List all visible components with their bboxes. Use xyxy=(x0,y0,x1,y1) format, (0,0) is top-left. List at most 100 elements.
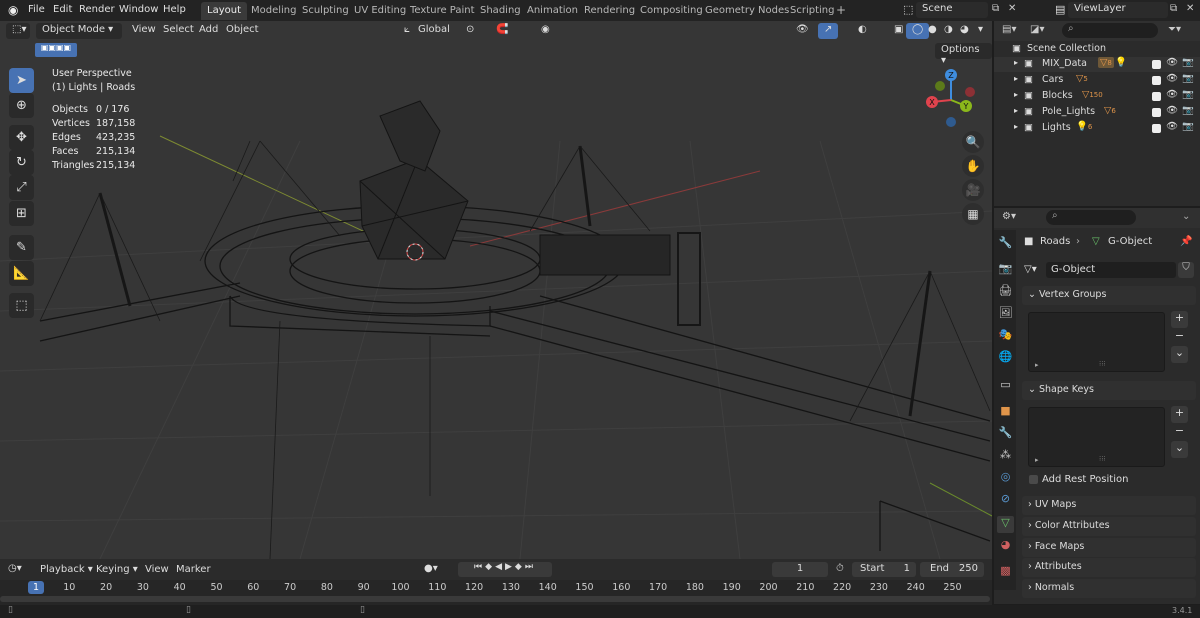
output-tab-icon[interactable]: 🖨 xyxy=(997,284,1014,301)
scene-selector[interactable]: Scene xyxy=(916,2,988,18)
properties-search-input[interactable]: ⌕ xyxy=(1046,210,1136,225)
list-resize-handle[interactable]: ⁝⁝⁝ xyxy=(1099,455,1106,463)
add-workspace-button[interactable]: + xyxy=(830,0,852,18)
shading-options-icon[interactable]: ▾ xyxy=(972,23,989,39)
camera-render-icon[interactable]: 📷 xyxy=(1182,121,1194,132)
menu-file[interactable]: File xyxy=(28,4,45,15)
camera-render-icon[interactable]: 📷 xyxy=(1182,73,1194,84)
view-layer-selector[interactable]: ViewLayer xyxy=(1068,2,1168,18)
orientation-dropdown[interactable]: Global xyxy=(412,23,456,39)
vertex-group-specials-button[interactable]: ⌄ xyxy=(1171,346,1188,363)
outliner-row-pole-lights[interactable]: ▸ ▣ Pole_Lights ▽6 👁 📷 xyxy=(994,105,1200,120)
expand-arrow-icon[interactable]: ▸ xyxy=(1014,58,1018,67)
expand-arrow-icon[interactable]: ▸ xyxy=(1014,90,1018,99)
blender-logo-icon[interactable]: ◉ xyxy=(8,3,18,17)
menu-render[interactable]: Render xyxy=(79,4,115,15)
vertex-groups-panel-header[interactable]: ⌄ Vertex Groups xyxy=(1022,286,1196,305)
editor-type-icon[interactable]: ⬚▾ xyxy=(6,23,30,39)
select-box-tool[interactable]: ➤ xyxy=(9,68,34,93)
collection-tab-icon[interactable]: ▭ xyxy=(997,378,1014,395)
shape-keys-panel-header[interactable]: ⌄ Shape Keys xyxy=(1022,381,1196,400)
material-tab-icon[interactable]: ◕ xyxy=(997,538,1014,555)
particles-tab-icon[interactable]: ⁂ xyxy=(997,448,1014,465)
add-cube-tool[interactable]: ⬚ xyxy=(9,293,34,318)
tab-layout[interactable]: Layout xyxy=(201,2,247,20)
texture-tab-icon[interactable]: ▩ xyxy=(997,564,1014,581)
list-expand-icon[interactable]: ▸ xyxy=(1035,456,1039,464)
exclude-checkbox[interactable] xyxy=(1152,76,1161,85)
outliner-editor-icon[interactable]: ▤▾ xyxy=(1002,24,1016,35)
eye-icon[interactable]: 👁 xyxy=(1166,89,1178,100)
pivot-icon[interactable]: ⊙ xyxy=(460,23,480,39)
object-menu[interactable]: Object xyxy=(220,23,265,39)
tab-texture-paint[interactable]: Texture Paint xyxy=(404,2,481,20)
pan-hand-icon[interactable]: ✋ xyxy=(962,155,984,177)
remove-view-layer-icon[interactable]: ✕ xyxy=(1186,3,1194,14)
navigation-gizmo[interactable]: Z X Y xyxy=(920,66,982,128)
options-dropdown[interactable]: Options ▾ xyxy=(935,43,992,66)
keying-menu[interactable]: Keying ▾ xyxy=(96,564,138,575)
attributes-panel-header[interactable]: › Attributes xyxy=(1022,558,1196,577)
exclude-checkbox[interactable] xyxy=(1152,60,1161,69)
outliner-row-cars[interactable]: ▸ ▣ Cars ▽5 👁 📷 xyxy=(994,73,1200,88)
camera-icon[interactable]: 🎥 xyxy=(962,179,984,201)
tool-tab-icon[interactable]: 🔧 xyxy=(997,236,1014,253)
mesh-data-tab-icon[interactable]: ▽ xyxy=(997,516,1014,533)
face-maps-panel-header[interactable]: › Face Maps xyxy=(1022,538,1196,557)
proportional-edit-icon[interactable]: ◉ xyxy=(535,23,556,39)
tab-shading[interactable]: Shading xyxy=(474,2,527,20)
camera-render-icon[interactable]: 📷 xyxy=(1182,89,1194,100)
tab-sculpting[interactable]: Sculpting xyxy=(296,2,355,20)
scale-tool[interactable]: ⤢ xyxy=(9,175,34,200)
tab-modeling[interactable]: Modeling xyxy=(245,2,303,20)
expand-arrow-icon[interactable]: ▸ xyxy=(1014,74,1018,83)
menu-edit[interactable]: Edit xyxy=(53,4,72,15)
cursor-tool[interactable]: ⊕ xyxy=(9,93,34,118)
add-vertex-group-button[interactable]: + xyxy=(1171,311,1188,328)
display-mode-icon[interactable]: ◪▾ xyxy=(1030,24,1044,35)
normals-panel-header[interactable]: › Normals xyxy=(1022,579,1196,598)
mesh-browse-icon[interactable]: ▽▾ xyxy=(1024,264,1037,275)
end-frame-field[interactable]: End 250 xyxy=(920,562,984,577)
overlay-icon[interactable]: ◐ xyxy=(852,23,873,39)
object-tab-icon[interactable]: ■ xyxy=(997,404,1014,421)
timeline-editor-icon[interactable]: ◷▾ xyxy=(8,563,22,574)
eye-icon[interactable]: 👁 xyxy=(1166,105,1178,116)
tab-compositing[interactable]: Compositing xyxy=(634,2,709,20)
timeline-view-menu[interactable]: View xyxy=(145,564,169,575)
close-icon[interactable]: ✕ xyxy=(1008,3,1016,14)
snap-icon[interactable]: 🧲 xyxy=(490,23,514,39)
camera-render-icon[interactable]: 📷 xyxy=(1182,57,1194,68)
vertex-groups-list[interactable]: ▸ ⁝⁝⁝ xyxy=(1028,312,1165,372)
properties-options-icon[interactable]: ⌄ xyxy=(1182,211,1190,222)
render-tab-icon[interactable]: 📷 xyxy=(997,262,1014,279)
rotate-tool[interactable]: ↻ xyxy=(9,150,34,175)
outliner-row-lights[interactable]: ▸ ▣ Lights 💡6 👁 📷 xyxy=(994,121,1200,136)
exclude-checkbox[interactable] xyxy=(1152,124,1161,133)
physics-tab-icon[interactable]: ◎ xyxy=(997,470,1014,487)
outliner-row-scene-collection[interactable]: ▣ Scene Collection xyxy=(994,42,1200,57)
uv-maps-panel-header[interactable]: › UV Maps xyxy=(1022,496,1196,515)
shape-keys-list[interactable]: ▸ ⁝⁝⁝ xyxy=(1028,407,1165,467)
timeline-scrollbar[interactable] xyxy=(0,596,990,602)
current-frame-field[interactable]: 1 xyxy=(772,562,828,577)
mesh-name-field[interactable]: G-Object xyxy=(1046,262,1176,278)
expand-arrow-icon[interactable]: ▸ xyxy=(1014,122,1018,131)
expand-arrow-icon[interactable]: ▸ xyxy=(1014,106,1018,115)
menu-help[interactable]: Help xyxy=(163,4,186,15)
tab-rendering[interactable]: Rendering xyxy=(578,2,641,20)
ortho-grid-icon[interactable]: ▦ xyxy=(962,203,984,225)
gizmo-toggle-icon[interactable]: ↗ xyxy=(818,23,839,39)
remove-shape-key-button[interactable]: − xyxy=(1171,424,1188,441)
fake-user-shield-icon[interactable]: ⛉ xyxy=(1178,262,1194,278)
outliner-row-mix-data[interactable]: ▸ ▣ MIX_Data ▽8 💡 👁 📷 xyxy=(994,57,1200,72)
properties-editor-icon[interactable]: ⚙▾ xyxy=(1002,211,1016,222)
view-layer-tab-icon[interactable]: 🖼 xyxy=(997,306,1014,323)
modifier-tab-icon[interactable]: 🔧 xyxy=(997,426,1014,443)
copy-icon[interactable]: ⧉ xyxy=(992,3,999,14)
remove-vertex-group-button[interactable]: − xyxy=(1171,329,1188,346)
visibility-icon[interactable]: 👁 xyxy=(790,23,815,39)
eye-icon[interactable]: 👁 xyxy=(1166,73,1178,84)
copy-view-layer-icon[interactable]: ⧉ xyxy=(1170,3,1177,14)
playback-controls[interactable]: ⏮◆◀▶◆⏭ xyxy=(458,562,552,577)
